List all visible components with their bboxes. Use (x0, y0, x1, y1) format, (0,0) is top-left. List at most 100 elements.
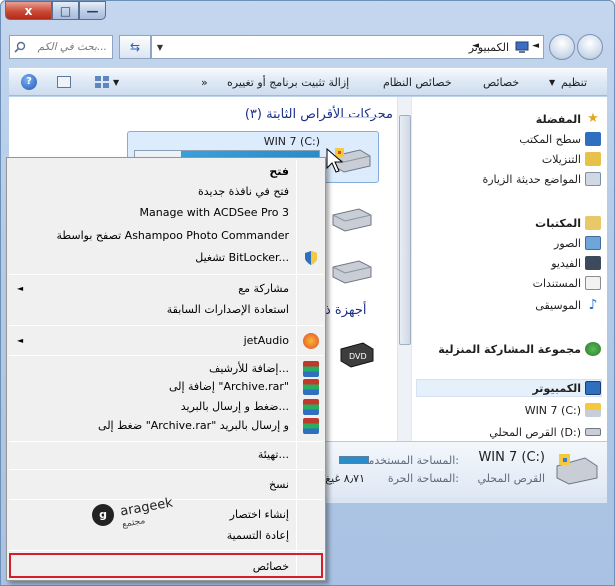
nav-documents-label: المستندات (532, 276, 581, 290)
toolbar-more-button[interactable]: » (201, 76, 208, 89)
winrar-icon (303, 379, 319, 395)
nav-desktop[interactable]: سطح المكتب (519, 131, 601, 147)
search-placeholder: بحث في الكم... (37, 41, 107, 53)
devices-group-title[interactable]: أجهزة ذ (325, 303, 367, 318)
maximize-button[interactable]: □ (52, 1, 79, 20)
menu-separator (9, 441, 323, 442)
navigation-bar: بحث في الكم... ⇆ ▼ ◄ الكمبيوتر ◄ (9, 32, 607, 62)
forward-button[interactable] (549, 34, 575, 60)
nav-computer-label: الكمبيوتر (532, 381, 581, 395)
details-free-space-label: المساحة الحرة: (387, 472, 459, 485)
menu-separator (9, 355, 323, 356)
nav-homegroup[interactable]: مجموعة المشاركة المنزلية (438, 341, 601, 357)
menu-item-share-with[interactable]: مشاركة مع (238, 280, 289, 298)
refresh-button[interactable]: ⇆ (119, 35, 151, 59)
hard-drive-icon[interactable] (331, 257, 373, 285)
close-button[interactable]: x (5, 1, 52, 20)
nav-favorites[interactable]: المفضلة ★ (536, 111, 601, 127)
menu-item-bitlocker[interactable]: تشغيل BitLocker... (195, 249, 289, 267)
nav-documents[interactable]: المستندات (533, 275, 601, 291)
mouse-cursor-icon (326, 148, 344, 173)
winrar-icon (303, 399, 319, 415)
nav-recent-label: المواضع حديثة الزيارة (482, 172, 581, 186)
organize-button[interactable]: تنظيم (561, 76, 587, 89)
details-drive-type: القرص المحلي (477, 472, 545, 485)
back-button[interactable] (577, 34, 603, 60)
view-dropdown-icon[interactable]: ▼ (113, 78, 119, 87)
minimize-button[interactable]: — (79, 1, 106, 20)
address-dropdown-icon[interactable]: ▼ (152, 43, 168, 52)
nav-videos[interactable]: الفيديو (551, 255, 601, 271)
details-free-space-value: ٨٫٧١ غيغ (325, 472, 365, 485)
submenu-arrow-icon: ◄ (17, 284, 24, 293)
details-usage-bar (339, 456, 369, 464)
nav-music-label: الموسيقى (535, 298, 581, 312)
search-input[interactable]: بحث في الكم... (9, 35, 113, 59)
nav-libraries[interactable]: المكتبات (535, 215, 601, 231)
menu-item-copy[interactable]: نسخ (269, 476, 289, 494)
menu-item-format[interactable]: تهيئة... (258, 446, 289, 464)
menu-separator (9, 325, 323, 326)
nav-favorites-label: المفضلة (535, 112, 581, 126)
hard-drives-group-title[interactable]: محركات الأقراص الثابتة (٣) (245, 107, 393, 122)
windows-drive-icon (585, 403, 601, 417)
menu-item-open-new-window[interactable]: فتح في نافذة جديدة (198, 183, 289, 201)
properties-button[interactable]: خصائص (483, 76, 519, 89)
shield-icon (305, 251, 317, 265)
organize-dropdown-icon[interactable]: ▼ (549, 78, 555, 87)
menu-item-add-to-archive[interactable]: إضافة للأرشيف... (209, 360, 289, 378)
details-drive-name: WIN 7 (C:) (478, 450, 545, 465)
documents-icon (585, 276, 601, 290)
homegroup-icon (585, 342, 601, 356)
menu-item-jetaudio[interactable]: jetAudio (244, 332, 289, 350)
view-options-icon[interactable] (95, 76, 109, 88)
recent-places-icon (585, 172, 601, 186)
winrar-icon (303, 361, 319, 377)
menu-item-compress-email[interactable]: ضغط و إرسال بالبريد... (181, 398, 289, 416)
music-icon: ♪ (588, 297, 598, 313)
address-bar[interactable]: ▼ ◄ الكمبيوتر ◄ (151, 35, 544, 59)
menu-item-acdsee[interactable]: Manage with ACDSee Pro 3 (140, 204, 289, 222)
nav-pictures[interactable]: الصور (554, 235, 601, 251)
help-icon[interactable]: ? (21, 74, 37, 90)
vertical-scrollbar[interactable] (397, 97, 411, 457)
menu-item-ashampoo[interactable]: تصفح بواسطة Ashampoo Photo Commander (56, 227, 289, 245)
back-forward-buttons (547, 32, 607, 62)
nav-recent-places[interactable]: المواضع حديثة الزيارة (482, 171, 601, 187)
breadcrumb-computer[interactable]: الكمبيوتر (469, 41, 509, 54)
properties-highlight-box (9, 553, 323, 578)
nav-computer[interactable]: الكمبيوتر (532, 380, 601, 396)
hard-drive-icon (585, 428, 601, 436)
pictures-icon (585, 236, 601, 250)
nav-drive-d[interactable]: القرص المحلي (D:) (489, 424, 601, 440)
menu-item-create-shortcut[interactable]: إنشاء اختصار (230, 506, 289, 524)
breadcrumb-root-arrow-icon[interactable]: ◄ (532, 41, 539, 51)
nav-drive-c[interactable]: WIN 7 (C:) (525, 402, 601, 418)
menu-item-rename[interactable]: إعادة التسمية (227, 527, 289, 545)
command-bar: ? ▼ » إزالة تثبيت برنامج أو تغييره خصائص… (9, 68, 607, 96)
jetaudio-icon (303, 333, 319, 349)
system-properties-button[interactable]: خصائص النظام (383, 76, 452, 89)
menu-separator (9, 550, 323, 551)
computer-icon (585, 381, 601, 395)
nav-downloads-label: التنزيلات (541, 152, 581, 166)
group-divider (339, 117, 379, 118)
libraries-icon (585, 216, 601, 230)
nav-desktop-label: سطح المكتب (519, 132, 581, 146)
uninstall-program-button[interactable]: إزالة تثبيت برنامج أو تغييره (227, 76, 349, 89)
nav-music[interactable]: الموسيقى ♪ (535, 297, 601, 313)
nav-downloads[interactable]: التنزيلات (542, 151, 601, 167)
hard-drive-icon[interactable] (331, 205, 373, 233)
menu-item-add-to-archive-rar[interactable]: إضافة إلى "Archive.rar" (169, 378, 289, 396)
computer-icon (515, 41, 529, 53)
menu-item-restore-versions[interactable]: استعادة الإصدارات السابقة (167, 301, 289, 319)
dvd-drive-icon[interactable]: DVD (339, 335, 375, 371)
refresh-icon: ⇆ (129, 40, 141, 54)
desktop-icon (585, 132, 601, 146)
menu-gutter-divider (296, 160, 297, 578)
menu-item-compress-rar-email[interactable]: ضغط إلى "Archive.rar" و إرسال بالبريد (98, 417, 289, 435)
menu-item-open[interactable]: فتح (269, 163, 289, 181)
preview-pane-icon[interactable] (57, 76, 71, 88)
nav-videos-label: الفيديو (551, 256, 581, 270)
scrollbar-thumb[interactable] (399, 115, 411, 345)
